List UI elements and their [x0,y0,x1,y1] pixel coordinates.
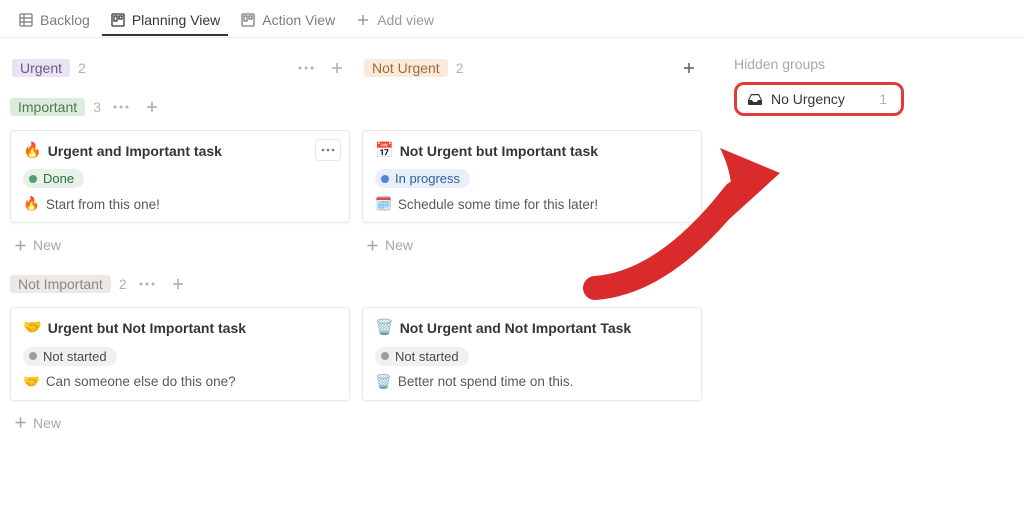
tab-label: Planning View [132,12,220,28]
card-title: 📅 Not Urgent but Important task [375,141,689,161]
card-description: 🤝 Can someone else do this one? [23,374,337,390]
task-card[interactable]: 🤝 Urgent but Not Important task Not star… [10,307,350,400]
column-header: Not Urgent 2 [362,52,702,84]
card-description-text: Schedule some time for this later! [398,197,598,212]
card-description-text: Can someone else do this one? [46,374,236,389]
new-card-button[interactable]: New [362,229,702,261]
column-title-pill[interactable]: Urgent [12,59,70,77]
row-header-not-important: Not Important 2 [10,269,350,299]
more-icon[interactable] [109,103,133,111]
hidden-group-count: 1 [879,91,891,107]
table-icon [18,12,34,28]
card-description: 🗑️ Better not spend time on this. [375,374,689,390]
calendar-icon: 📅 [375,141,394,161]
card-title-text: Not Urgent but Important task [400,142,598,161]
row-header-important: Important 3 [10,92,350,122]
tab-add-view[interactable]: Add view [347,6,442,36]
row-title-pill[interactable]: Important [10,98,85,116]
board-icon [110,12,126,28]
add-card-icon[interactable] [678,59,700,77]
new-label: New [385,237,413,253]
view-tabs: Backlog Planning View Action View Add vi… [0,0,1024,38]
card-more-button[interactable] [315,139,341,161]
card-title-text: Urgent but Not Important task [48,319,246,338]
hidden-groups: Hidden groups No Urgency 1 [714,52,974,512]
tab-label: Action View [262,12,335,28]
more-icon[interactable] [135,280,159,288]
card-title: 🗑️ Not Urgent and Not Important Task [375,318,689,338]
new-card-button[interactable]: New [10,229,350,261]
column-count: 2 [456,60,464,76]
column-urgent: Urgent 2 Important 3 [10,52,350,512]
tab-label: Add view [377,12,434,28]
handshake-icon: 🤝 [23,374,40,390]
plus-icon [355,12,371,28]
hidden-group-label: No Urgency [771,91,845,107]
column-title-pill[interactable]: Not Urgent [364,59,448,77]
more-icon[interactable] [294,64,318,72]
card-description-text: Start from this one! [46,197,160,212]
card-title-text: Urgent and Important task [48,142,222,161]
column-count: 2 [78,60,86,76]
board-icon [240,12,256,28]
status-badge: Done [23,169,84,188]
fire-icon: 🔥 [23,141,42,161]
fire-icon: 🔥 [23,196,40,212]
calendar-icon: 🗓️ [375,196,392,212]
card-title: 🔥 Urgent and Important task [23,141,337,161]
new-card-button[interactable]: New [10,407,350,439]
card-description-text: Better not spend time on this. [398,374,574,389]
status-badge: Not started [375,347,469,366]
task-card[interactable]: 🗑️ Not Urgent and Not Important Task Not… [362,307,702,400]
status-badge: In progress [375,169,470,188]
board: Urgent 2 Important 3 [0,38,1024,512]
tab-action[interactable]: Action View [232,6,343,36]
tab-planning[interactable]: Planning View [102,6,228,36]
row-count: 2 [119,276,127,292]
card-description: 🔥 Start from this one! [23,196,337,212]
tab-backlog[interactable]: Backlog [10,6,98,36]
hidden-group-no-urgency[interactable]: No Urgency 1 [734,82,904,116]
new-label: New [33,415,61,431]
task-card[interactable]: 🔥 Urgent and Important task Done 🔥 Start… [10,130,350,223]
row-header-spacer [362,92,702,122]
task-card[interactable]: 📅 Not Urgent but Important task In progr… [362,130,702,223]
row-title-pill[interactable]: Not Important [10,275,111,293]
status-badge: Not started [23,347,117,366]
column-not-urgent: Not Urgent 2 📅 Not Urgent but Important … [362,52,702,512]
add-card-icon[interactable] [167,275,189,293]
add-card-icon[interactable] [326,59,348,77]
card-title-text: Not Urgent and Not Important Task [400,319,632,338]
row-count: 3 [93,99,101,115]
trash-icon: 🗑️ [375,374,392,390]
row-header-spacer [362,269,702,299]
tab-label: Backlog [40,12,90,28]
card-description: 🗓️ Schedule some time for this later! [375,196,689,212]
inbox-icon [747,92,763,106]
new-label: New [33,237,61,253]
handshake-icon: 🤝 [23,318,42,338]
add-card-icon[interactable] [141,98,163,116]
trash-icon: 🗑️ [375,318,394,338]
column-header: Urgent 2 [10,52,350,84]
card-title: 🤝 Urgent but Not Important task [23,318,337,338]
hidden-groups-header: Hidden groups [734,56,974,72]
